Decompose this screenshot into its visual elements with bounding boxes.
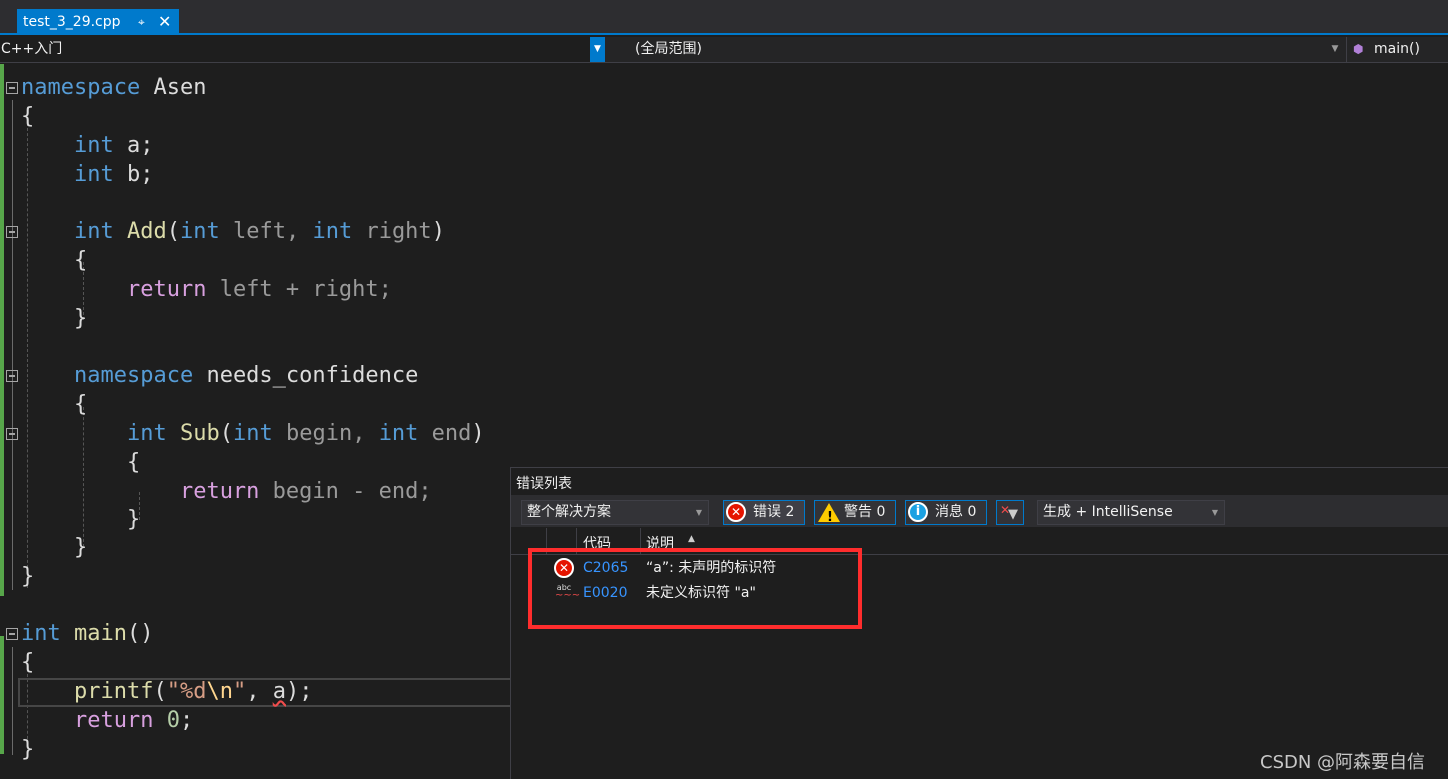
change-tracking-gap bbox=[0, 596, 4, 636]
code-line: } bbox=[126, 507, 141, 532]
undeclared-identifier: a bbox=[272, 679, 286, 704]
scope-filter-dropdown[interactable]: 整个解决方案 ▼ bbox=[521, 500, 709, 525]
code-line: int main() bbox=[21, 621, 154, 646]
code-line: namespace Asen bbox=[21, 75, 207, 100]
error-icon: ✕ bbox=[726, 502, 746, 522]
tab-title: test_3_29.cpp bbox=[23, 14, 121, 30]
code-line: int b; bbox=[73, 162, 154, 187]
watermark: CSDN @阿森要自信 bbox=[1260, 752, 1426, 773]
info-icon: i bbox=[908, 502, 928, 522]
code-line: } bbox=[21, 737, 35, 762]
code-line: namespace needs_confidence bbox=[73, 363, 419, 388]
close-icon[interactable]: ✕ bbox=[158, 9, 171, 35]
collapse-icon[interactable] bbox=[6, 428, 18, 440]
panel-title: 错误列表 bbox=[516, 476, 572, 492]
outline-line bbox=[12, 647, 13, 755]
build-source-dropdown[interactable]: 生成 + IntelliSense ▼ bbox=[1037, 500, 1225, 525]
code-line: return 0; bbox=[73, 708, 194, 733]
error-list-toolbar: 整个解决方案 ▼ ✕ 错误 2 警告 0 i 消息 0 ✕ ▼ 生成 + Int… bbox=[511, 495, 1448, 529]
collapse-icon[interactable] bbox=[6, 82, 18, 94]
errors-label: 错误 2 bbox=[753, 504, 795, 520]
project-dropdown[interactable]: C++入门 bbox=[0, 37, 590, 62]
collapse-icon[interactable] bbox=[6, 628, 18, 640]
funnel-icon: ▼ bbox=[1008, 507, 1018, 522]
code-line: printf("%d\n", a); bbox=[73, 679, 313, 704]
collapse-icon[interactable] bbox=[6, 226, 18, 238]
code-line: return begin - end; bbox=[179, 479, 432, 504]
member-dropdown[interactable]: ⬢ main() bbox=[1346, 37, 1448, 62]
code-line: int Sub(int begin, int end) bbox=[126, 421, 485, 446]
outline-line bbox=[12, 100, 13, 590]
chevron-down-icon[interactable]: ▼ bbox=[590, 37, 605, 62]
warnings-label: 警告 0 bbox=[844, 504, 886, 520]
code-line: int Add(int left, int right) bbox=[73, 219, 445, 244]
code-line: { bbox=[126, 450, 141, 475]
member-label: main() bbox=[1374, 41, 1420, 57]
code-line: { bbox=[73, 248, 88, 273]
code-line: } bbox=[21, 564, 35, 589]
scope-dropdown[interactable]: (全局范围) bbox=[608, 37, 1343, 62]
code-line: { bbox=[21, 650, 35, 675]
code-line: } bbox=[73, 535, 88, 560]
messages-label: 消息 0 bbox=[935, 504, 977, 520]
filter-button[interactable]: ✕ ▼ bbox=[996, 500, 1024, 525]
chevron-down-icon: ▼ bbox=[1211, 508, 1218, 517]
scope-filter-label: 整个解决方案 bbox=[527, 504, 611, 520]
document-tab-strip: test_3_29.cpp ⌖ ✕ bbox=[0, 0, 1448, 35]
code-line: { bbox=[73, 392, 88, 417]
warning-icon bbox=[818, 503, 840, 529]
pin-icon[interactable]: ⌖ bbox=[138, 9, 145, 35]
method-icon: ⬢ bbox=[1353, 42, 1364, 56]
annotation-highlight-box bbox=[528, 548, 862, 629]
change-tracking-bar bbox=[0, 64, 4, 754]
code-line: int a; bbox=[73, 133, 154, 158]
chevron-down-icon[interactable]: ▼ bbox=[1328, 37, 1342, 62]
build-source-label: 生成 + IntelliSense bbox=[1043, 504, 1173, 520]
code-line: return left + right; bbox=[126, 277, 392, 302]
code-line: } bbox=[73, 306, 88, 331]
messages-toggle-button[interactable]: i 消息 0 bbox=[905, 500, 987, 525]
code-line: { bbox=[21, 104, 35, 129]
collapse-icon[interactable] bbox=[6, 370, 18, 382]
tab-test-3-29-cpp[interactable]: test_3_29.cpp ⌖ ✕ bbox=[17, 9, 179, 35]
errors-toggle-button[interactable]: ✕ 错误 2 bbox=[723, 500, 805, 525]
warnings-toggle-button[interactable]: 警告 0 bbox=[814, 500, 896, 529]
navigation-bar: C++入门 ▼ (全局范围) ▼ ⬢ main() bbox=[0, 37, 1448, 63]
chevron-down-icon: ▼ bbox=[695, 508, 702, 517]
sort-ascending-icon: ▲ bbox=[688, 534, 695, 544]
